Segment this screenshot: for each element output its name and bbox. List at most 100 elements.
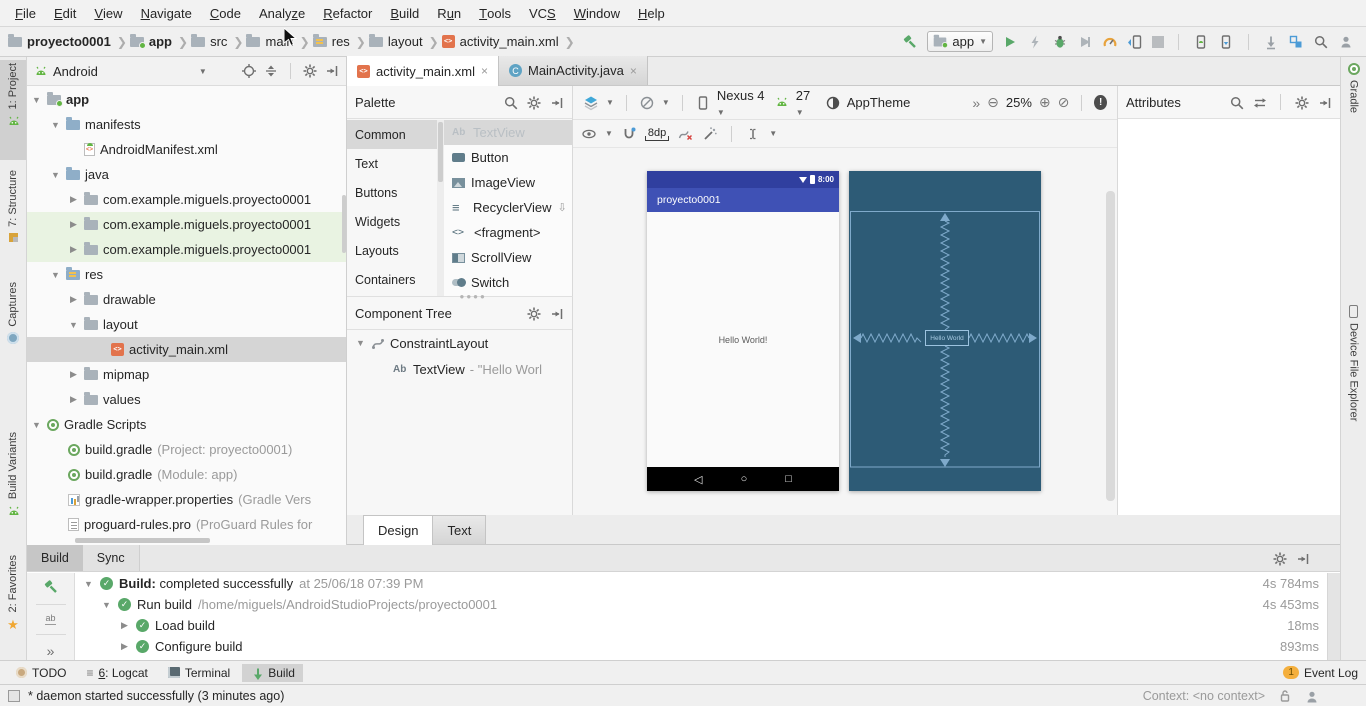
chevron-down-icon[interactable]: ▼	[101, 600, 112, 610]
event-log-button[interactable]: 1Event Log	[1283, 666, 1358, 680]
tree-row-drawable[interactable]: ▶drawable	[27, 287, 347, 312]
search-everywhere-icon[interactable]	[1313, 34, 1329, 50]
close-icon[interactable]: ×	[630, 64, 637, 78]
chevron-right-icon[interactable]: ▶	[68, 294, 79, 305]
chevron-down-icon[interactable]: ▼	[68, 320, 79, 330]
stop-button[interactable]	[1152, 36, 1164, 48]
project-view-select[interactable]: Android	[53, 64, 98, 79]
gear-icon[interactable]	[526, 95, 541, 110]
palette-item-scrollview[interactable]: ScrollView	[444, 245, 572, 270]
editor-tab-mainactivity[interactable]: CMainActivity.java×	[499, 56, 648, 85]
palette-category-buttons[interactable]: Buttons	[347, 178, 437, 207]
build-hammer-icon[interactable]	[43, 579, 59, 595]
apply-changes-icon[interactable]	[1027, 34, 1043, 50]
chevron-down-icon[interactable]: ▼	[605, 129, 613, 138]
tree-row-package-2[interactable]: ▶com.example.miguels.proyecto0001	[27, 212, 347, 237]
chevron-right-icon[interactable]: ▶	[119, 641, 130, 652]
theme-select[interactable]: AppTheme	[847, 95, 911, 110]
chevron-down-icon[interactable]: ▼	[199, 67, 207, 76]
autoconnect-magnet-icon[interactable]	[621, 126, 637, 142]
view-options-eye-icon[interactable]	[581, 126, 597, 142]
avd-manager-icon[interactable]	[1193, 34, 1209, 50]
tree-row-res[interactable]: ▼res	[27, 262, 347, 287]
lock-icon[interactable]	[1277, 688, 1292, 703]
attach-debugger-icon[interactable]	[1127, 34, 1143, 50]
menu-tools[interactable]: Tools	[470, 0, 520, 27]
hello-world-textview[interactable]: Hello World!	[719, 335, 768, 345]
tree-row-package-1[interactable]: ▶com.example.miguels.proyecto0001	[27, 187, 347, 212]
chevron-down-icon[interactable]: ▼	[31, 95, 42, 105]
zoom-in-button[interactable]: ⊕	[1039, 94, 1051, 111]
blueprint-preview[interactable]: Hello World	[849, 171, 1041, 491]
design-preview[interactable]: 8:00 proyecto0001 Hello World! ◁ ○ □	[647, 171, 839, 491]
component-row-textview[interactable]: Ab TextView - "Hello Worl	[347, 356, 572, 382]
expand-chevrons-icon[interactable]: »	[47, 644, 55, 658]
default-margin-select[interactable]: 8dp	[645, 127, 669, 141]
hide-panel-icon[interactable]	[549, 306, 564, 321]
chevron-down-icon[interactable]: ▼	[662, 98, 670, 107]
chevron-down-icon[interactable]: ▼	[50, 270, 61, 280]
profile-avatar-icon[interactable]	[1338, 34, 1354, 50]
run-button[interactable]	[1002, 34, 1018, 50]
menu-build[interactable]: Build	[381, 0, 428, 27]
menu-analyze[interactable]: Analyze	[250, 0, 314, 27]
build-scrollbar[interactable]	[1327, 573, 1340, 660]
menu-file[interactable]: File	[6, 0, 45, 27]
editor-tab-activity-main[interactable]: activity_main.xml×	[347, 56, 499, 86]
sidebar-tab-gradle[interactable]: Gradle	[1341, 60, 1366, 135]
project-horizontal-scrollbar[interactable]	[75, 538, 210, 543]
search-icon[interactable]	[1229, 95, 1244, 110]
palette-category-common[interactable]: Common	[347, 120, 437, 149]
sync-gradle-icon[interactable]	[1263, 34, 1279, 50]
tree-row-build-gradle-project[interactable]: build.gradle(Project: proyecto0001)	[27, 437, 347, 462]
hide-panel-icon[interactable]	[1317, 95, 1332, 110]
filter-icon[interactable]: ab	[45, 614, 55, 625]
gear-icon[interactable]	[302, 63, 318, 79]
design-surface-mode-icon[interactable]	[583, 95, 599, 111]
search-icon[interactable]	[503, 95, 518, 110]
palette-item-textview[interactable]: AbTextView	[444, 120, 572, 145]
chevron-down-icon[interactable]: ▼	[769, 129, 777, 138]
layout-inspector-icon[interactable]	[1288, 34, 1304, 50]
menu-refactor[interactable]: Refactor	[314, 0, 381, 27]
tab-sync[interactable]: Sync	[83, 545, 140, 571]
infer-constraints-icon[interactable]	[702, 126, 718, 142]
chevron-down-icon[interactable]: ▼	[31, 420, 42, 430]
chevron-down-icon[interactable]: ▼	[606, 98, 614, 107]
breadcrumb-activity-main[interactable]: activity_main.xml	[442, 34, 559, 49]
tree-row-gradle-wrapper-properties[interactable]: gradle-wrapper.properties(Gradle Vers	[27, 487, 347, 512]
canvas-vertical-scrollbar[interactable]	[1106, 191, 1115, 501]
build-row-configure-build[interactable]: ▶ ✓ Configure build 893ms	[75, 636, 1327, 657]
gear-icon[interactable]	[1272, 551, 1287, 566]
menu-help[interactable]: Help	[629, 0, 674, 27]
menu-edit[interactable]: Edit	[45, 0, 85, 27]
run-configuration-select[interactable]: app▼	[927, 31, 993, 52]
toolwindow-build[interactable]: Build	[242, 664, 303, 682]
chevron-down-icon[interactable]: ▼	[355, 338, 366, 348]
tree-row-build-gradle-module[interactable]: build.gradle(Module: app)	[27, 462, 347, 487]
palette-category-widgets[interactable]: Widgets	[347, 207, 437, 236]
chevron-down-icon[interactable]: ▼	[50, 120, 61, 130]
tree-row-package-3[interactable]: ▶com.example.miguels.proyecto0001	[27, 237, 347, 262]
toolwindow-switcher-icon[interactable]	[8, 690, 20, 702]
swap-view-icon[interactable]	[1252, 95, 1267, 110]
tree-row-androidmanifest[interactable]: AndroidManifest.xml	[27, 137, 347, 162]
chevron-down-icon[interactable]: ▼	[50, 170, 61, 180]
api-level-select[interactable]: 27 ▼	[796, 88, 818, 118]
palette-item-recyclerview[interactable]: ≡RecyclerView⇩	[444, 195, 572, 220]
design-canvas[interactable]: 8:00 proyecto0001 Hello World! ◁ ○ □	[573, 149, 1117, 515]
clear-constraints-icon[interactable]	[677, 126, 694, 142]
gear-icon[interactable]	[526, 306, 541, 321]
gear-icon[interactable]	[1294, 95, 1309, 110]
sidebar-tab-device-file-explorer[interactable]: Device File Explorer	[1341, 302, 1366, 447]
palette-item-button[interactable]: Button	[444, 145, 572, 170]
debug-button[interactable]	[1052, 34, 1068, 50]
sdk-manager-icon[interactable]	[1218, 34, 1234, 50]
tree-row-manifests[interactable]: ▼manifests	[27, 112, 347, 137]
sidebar-tab-structure[interactable]: 7: Structure	[0, 167, 26, 272]
breadcrumb-layout[interactable]: layout	[369, 34, 423, 49]
sidebar-tab-favorites[interactable]: 2: Favorites★	[0, 552, 26, 652]
collapse-all-icon[interactable]	[263, 63, 279, 79]
sidebar-tab-build-variants[interactable]: Build Variants	[0, 429, 26, 547]
menu-run[interactable]: Run	[428, 0, 470, 27]
